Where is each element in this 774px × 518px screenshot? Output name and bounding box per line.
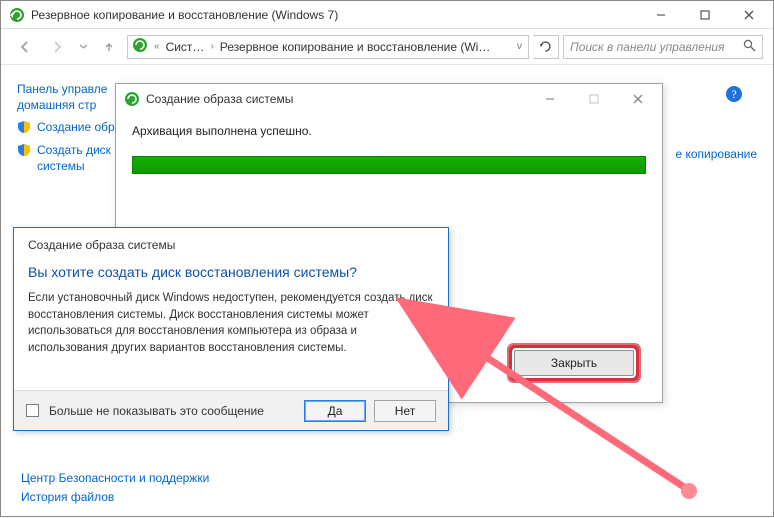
nav-back-button[interactable] — [11, 33, 39, 61]
yes-button[interactable]: Да — [304, 400, 366, 422]
task-label: Создание обра — [37, 119, 121, 135]
progress-window-title: Создание образа системы — [146, 92, 528, 106]
close-progress-button[interactable]: Закрыть — [514, 350, 634, 376]
backup-restore-icon — [124, 91, 140, 107]
search-icon[interactable] — [743, 39, 756, 55]
close-button[interactable] — [727, 1, 771, 28]
task-label: Создать диск во системы — [37, 142, 127, 174]
dialog-question: Вы хотите создать диск восстановления си… — [14, 254, 448, 286]
dialog-body-text: Если установочный диск Windows недоступе… — [14, 286, 448, 361]
chevron-right-icon[interactable]: › — [208, 41, 215, 52]
close-button[interactable] — [616, 85, 660, 113]
nav-forward-button[interactable] — [43, 33, 71, 61]
chevron-right-icon[interactable]: « — [152, 41, 162, 52]
window-title: Резервное копирование и восстановление (… — [31, 8, 639, 22]
dont-show-checkbox[interactable] — [26, 404, 39, 417]
main-titlebar: Резервное копирование и восстановление (… — [1, 1, 773, 29]
nav-bar: « Сист… › Резервное копирование и восста… — [1, 29, 773, 65]
recovery-disc-dialog: Создание образа системы Вы хотите создат… — [13, 227, 449, 431]
dialog-header: Создание образа системы — [14, 228, 448, 254]
refresh-button[interactable] — [533, 35, 559, 59]
search-input[interactable]: Поиск в панели управления — [563, 35, 763, 59]
backup-restore-icon — [132, 37, 148, 56]
dialog-footer: Больше не показывать это сообщение Да Не… — [14, 390, 448, 430]
minimize-button[interactable] — [639, 1, 683, 28]
maximize-button[interactable] — [683, 1, 727, 28]
chevron-down-icon[interactable]: v — [515, 41, 524, 52]
uac-shield-icon — [17, 143, 31, 157]
maximize-button — [572, 85, 616, 113]
progress-bar — [132, 156, 646, 174]
help-icon[interactable]: ? — [725, 85, 743, 106]
nav-history-dropdown[interactable] — [75, 33, 91, 61]
progress-status-text: Архивация выполнена успешно. — [132, 124, 646, 138]
search-placeholder: Поиск в панели управления — [570, 40, 725, 54]
address-bar[interactable]: « Сист… › Резервное копирование и восста… — [127, 35, 529, 59]
progress-titlebar: Создание образа системы — [116, 84, 662, 114]
dont-show-label[interactable]: Больше не показывать это сообщение — [49, 404, 264, 418]
minimize-button[interactable] — [528, 85, 572, 113]
uac-shield-icon — [17, 120, 31, 134]
breadcrumb-system[interactable]: Сист… — [166, 40, 205, 54]
backup-restore-icon — [9, 7, 25, 23]
partial-link-text[interactable]: е копирование — [675, 147, 757, 161]
nav-up-button[interactable] — [95, 33, 123, 61]
no-button[interactable]: Нет — [374, 400, 436, 422]
breadcrumb-backup[interactable]: Резервное копирование и восстановление (… — [220, 40, 491, 54]
svg-text:?: ? — [731, 87, 736, 101]
